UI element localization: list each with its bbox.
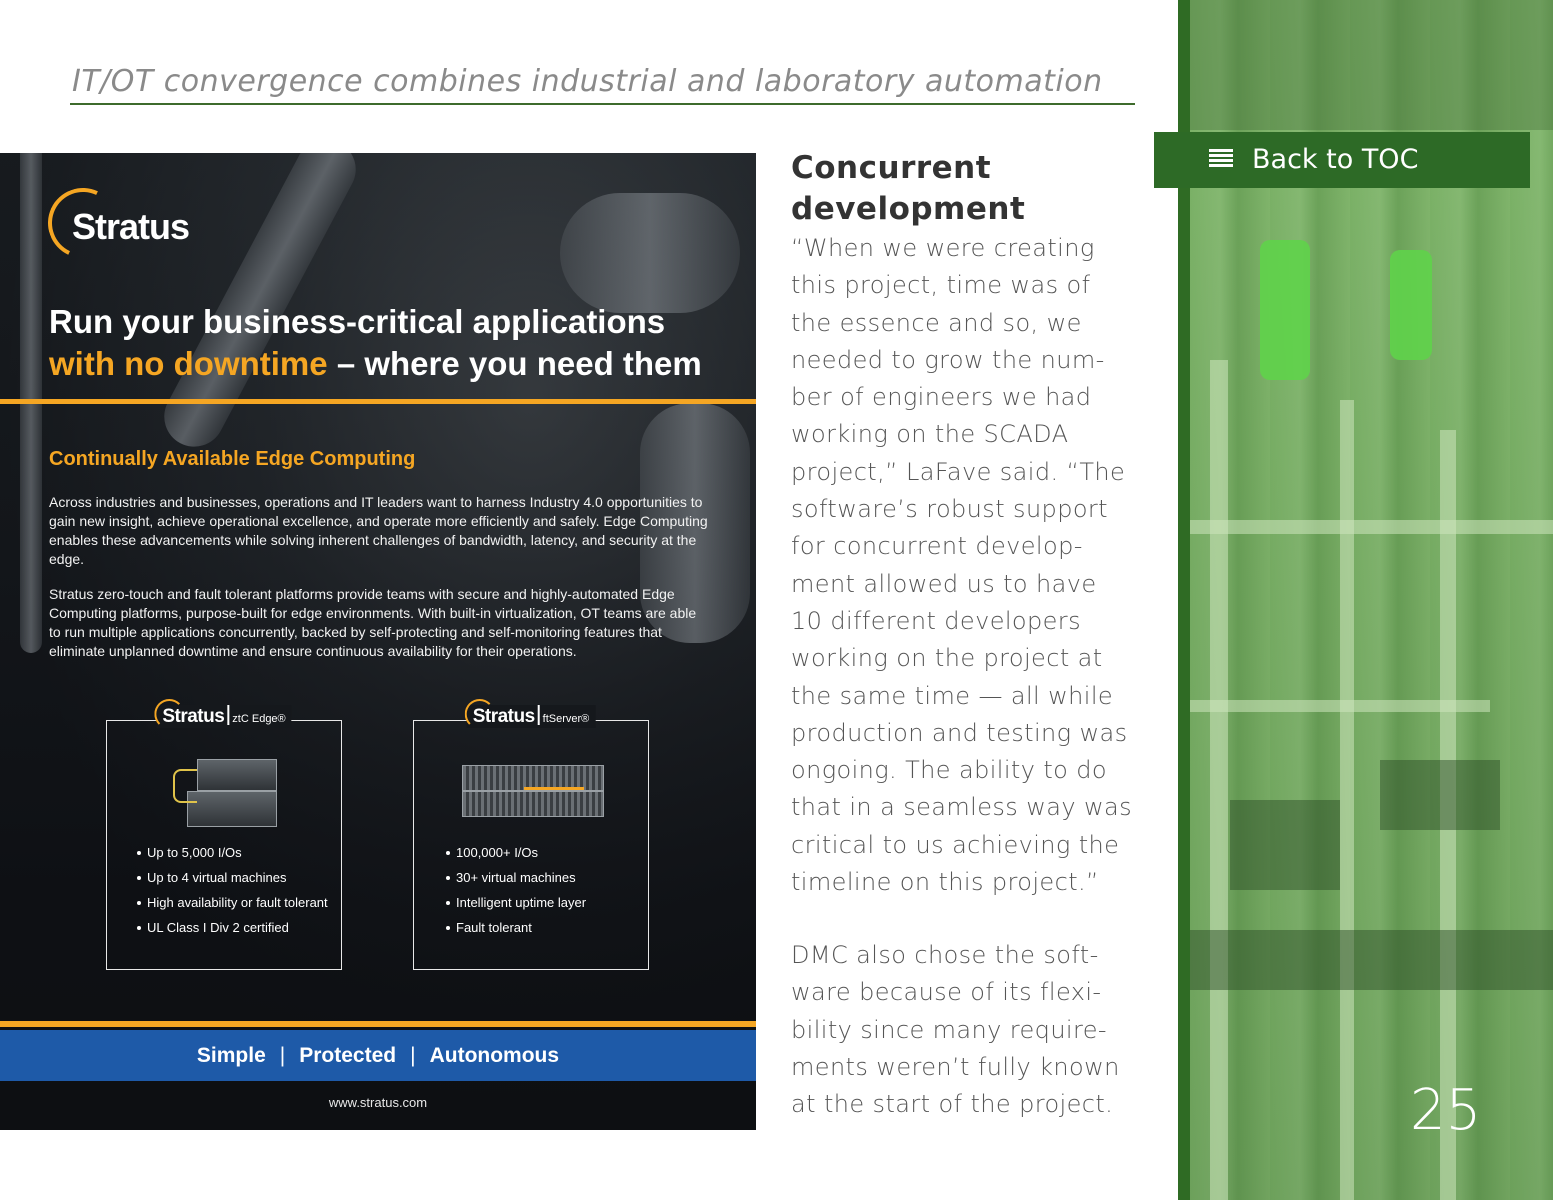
photo-shadow [1190,0,1553,130]
product-logo: Stratus ftServer® [464,699,596,729]
logo-arc-icon [154,699,185,729]
product-model: ztC Edge® [232,713,286,725]
text-line: ber of engineers we had [791,383,1092,412]
text-line: project,” LaFave said. “The [791,457,1126,486]
text-line: ments weren’t fully known [791,1052,1120,1081]
list-item: Intelligent uptime layer [446,895,646,911]
orange-divider [0,399,756,404]
text-line: bility since many require- [791,1015,1107,1044]
tagline-protected: Protected [299,1044,397,1067]
text-line: critical to us achieving the [791,830,1120,859]
ad-paragraph-2: Stratus zero-touch and fault tolerant pl… [49,586,697,659]
logo-arc-icon [464,699,495,729]
ad-paragraph-1: Across industries and businesses, operat… [49,494,708,567]
photo-frame-bar [1190,700,1490,712]
text-line: software’s robust support [791,495,1108,524]
text-line: production and testing was [791,718,1128,747]
list-item: Fault tolerant [446,920,646,936]
headline-part2: – where you need them [336,345,702,382]
text-line: 10 different developers [791,606,1081,635]
headline-accent: with no downtime [49,345,328,382]
ztc-edge-device-image [187,791,277,827]
section-title-line: development [791,191,1026,227]
photo-robot-arm [1390,250,1432,360]
ftserver-accent-line [524,787,584,790]
text-line: working on the project at [791,644,1103,673]
photo-equipment [1230,800,1340,890]
list-item: 30+ virtual machines [446,870,646,886]
list-item: Up to 5,000 I/Os [137,845,337,861]
text-line: ongoing. The ability to do [791,756,1108,785]
tagline-separator: | [279,1044,286,1067]
list-icon [1209,149,1233,171]
photo-equipment [1190,930,1553,990]
text-line: needed to grow the num- [791,345,1105,374]
product-logo: Stratus ztC Edge® [154,699,292,729]
back-to-toc-button[interactable]: Back to TOC [1154,132,1530,188]
tagline-separator: | [410,1044,416,1067]
headline-part1: Run your business-critical applications [49,303,666,340]
orange-divider [0,1021,756,1027]
tagline-band: Simple | Protected | Autonomous [0,1030,756,1081]
text-line: the essence and so, we [791,308,1082,337]
photo-frame-bar [1190,520,1553,534]
page-header-title: IT/OT convergence combines industrial an… [72,64,1103,99]
ad-url-link[interactable]: www.stratus.com [0,1095,756,1110]
background-pipe [560,193,740,313]
ztc-edge-cable [173,769,197,803]
product-card-ftserver: Stratus ftServer® 100,000+ I/Os 30+ virtu… [413,699,649,970]
text-line: ware because of its flexi- [791,978,1102,1007]
list-item: High availability or fault tolerant [137,895,337,911]
text-line: for concurrent develop- [791,532,1083,561]
text-line: ment allowed us to have [791,569,1097,598]
text-line: working on the SCADA [791,420,1069,449]
text-line: timeline on this project.” [791,868,1099,897]
photo-frame-bar [1210,360,1228,1200]
article-paragraph-1: “When we were creating this project, tim… [791,230,1133,901]
tagline-simple: Simple [196,1044,266,1067]
list-item: UL Class I Div 2 certified [137,920,337,936]
text-line: this project, time was of [791,271,1091,300]
photo-robot-arm [1260,240,1310,380]
ad-subheading: Continually Available Edge Computing [49,448,416,470]
stratus-logo: Stratus [38,178,218,268]
back-to-toc-label: Back to TOC [1252,144,1419,175]
section-title: Concurrent development [791,148,1131,230]
text-line: at the start of the project. [791,1090,1114,1119]
article-paragraph-2: DMC also chose the soft- ware because of… [791,937,1131,1123]
product-card-ztc-edge: Stratus ztC Edge® Up to 5,000 I/Os Up to … [106,699,342,970]
photo-equipment [1380,760,1500,830]
page-number: 25 [1410,1078,1482,1143]
product-model: ftServer® [542,713,590,725]
product-feature-list: Up to 5,000 I/Os Up to 4 virtual machine… [129,845,337,945]
text-line: that in a seamless way was [791,793,1133,822]
stratus-advertisement: Stratus Run your business-critical appli… [0,153,756,1130]
ftserver-device-image [462,791,604,817]
tagline-autonomous: Autonomous [429,1044,560,1067]
list-item: 100,000+ I/Os [446,845,646,861]
ztc-edge-device-image [197,759,277,791]
text-line: DMC also chose the soft- [791,941,1099,969]
list-item: Up to 4 virtual machines [137,870,337,886]
ad-headline: Run your business-critical applications … [49,301,739,385]
section-title-line: Concurrent [791,150,992,186]
text-line: the same time — all while [791,681,1114,710]
stratus-logo-text: Stratus [72,206,190,247]
header-divider [70,103,1135,105]
product-feature-list: 100,000+ I/Os 30+ virtual machines Intel… [438,845,646,945]
text-line: “When we were creating [791,234,1095,262]
